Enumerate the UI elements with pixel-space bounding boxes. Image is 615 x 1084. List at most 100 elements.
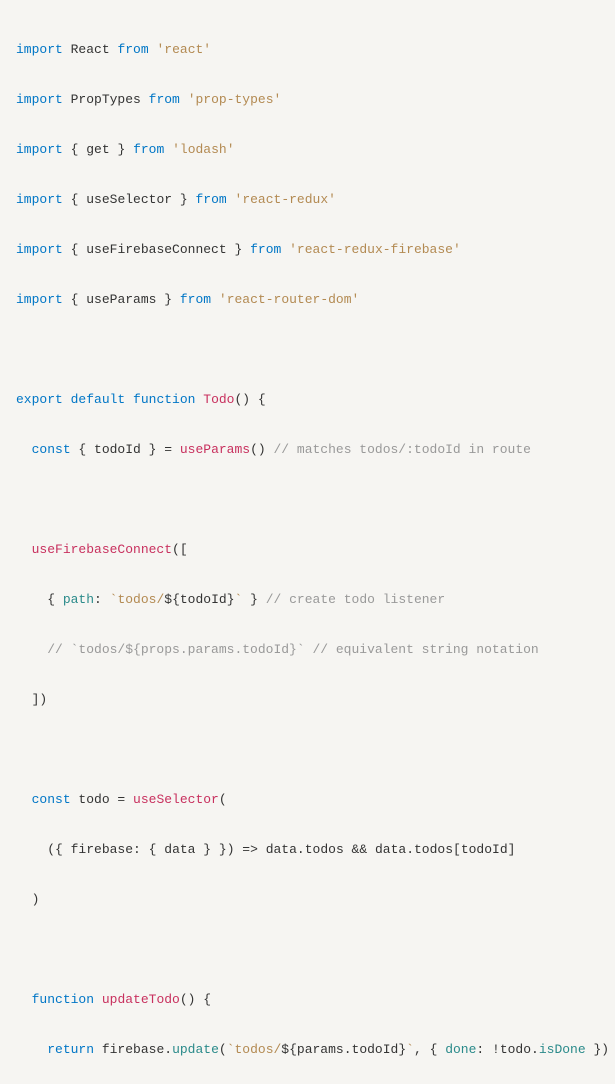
identifier: firebase <box>94 1042 164 1057</box>
punct: { <box>71 192 87 207</box>
punct: } <box>156 292 172 307</box>
keyword-from: from <box>195 192 226 207</box>
punct: { <box>71 242 87 257</box>
template-literal: `todos/ <box>110 592 165 607</box>
code-line: // `todos/${props.params.todoId}` // equ… <box>16 637 599 662</box>
method: update <box>172 1042 219 1057</box>
blank-line <box>16 487 599 512</box>
identifier: todo <box>500 1042 531 1057</box>
blank-line <box>16 937 599 962</box>
template-expr-close: } <box>227 592 235 607</box>
keyword-import: import <box>16 292 63 307</box>
punct: ([ <box>172 542 188 557</box>
template-literal: `todos/ <box>227 1042 282 1057</box>
identifier: React <box>71 42 110 57</box>
identifier: data <box>164 842 195 857</box>
code-line: return firebase.update(`todos/${params.t… <box>16 1037 599 1062</box>
identifier: todoId <box>94 442 141 457</box>
code-line: import { get } from 'lodash' <box>16 137 599 162</box>
template-literal: ` <box>406 1042 414 1057</box>
function-name: Todo <box>203 392 234 407</box>
keyword-default: default <box>71 392 126 407</box>
code-line: import { useParams } from 'react-router-… <box>16 287 599 312</box>
template-expr-open: ${ <box>281 1042 297 1057</box>
string-literal: 'react-redux-firebase' <box>289 242 461 257</box>
punct: { <box>71 292 87 307</box>
identifier: todos <box>414 842 453 857</box>
punct: ) <box>32 892 40 907</box>
keyword-function: function <box>32 992 94 1007</box>
identifier: todo = <box>71 792 133 807</box>
punct: [ <box>453 842 461 857</box>
punct: () <box>250 442 266 457</box>
comment: // matches todos/:todoId in route <box>266 442 531 457</box>
identifier: data <box>375 842 406 857</box>
punct: , { <box>414 1042 445 1057</box>
string-literal: 'react-router-dom' <box>219 292 359 307</box>
punct: . <box>297 842 305 857</box>
punct: . <box>406 842 414 857</box>
keyword-const: const <box>32 792 71 807</box>
code-line: function updateTodo() { <box>16 987 599 1012</box>
identifier: useParams <box>86 292 156 307</box>
code-line: const todo = useSelector( <box>16 787 599 812</box>
blank-line <box>16 737 599 762</box>
property: path <box>63 592 94 607</box>
string-literal: 'react' <box>156 42 211 57</box>
punct: } <box>110 142 126 157</box>
code-line: const { todoId } = useParams() // matche… <box>16 437 599 462</box>
punct: { <box>71 142 87 157</box>
function-call: useParams <box>180 442 250 457</box>
punct: () { <box>235 392 266 407</box>
identifier: todoId <box>352 1042 399 1057</box>
function-name: updateTodo <box>102 992 180 1007</box>
punct: } <box>242 592 258 607</box>
keyword-const: const <box>32 442 71 457</box>
identifier: get <box>86 142 109 157</box>
comment: // `todos/${props.params.todoId}` // equ… <box>47 642 538 657</box>
keyword-function: function <box>133 392 195 407</box>
punct: }) <box>586 1042 609 1057</box>
function-call: useSelector <box>133 792 219 807</box>
keyword-from: from <box>180 292 211 307</box>
keyword-from: from <box>117 42 148 57</box>
string-literal: 'lodash' <box>172 142 234 157</box>
code-line: import PropTypes from 'prop-types' <box>16 87 599 112</box>
punct: ] <box>508 842 516 857</box>
template-literal: ` <box>235 592 243 607</box>
property: isDone <box>539 1042 586 1057</box>
code-line: import { useSelector } from 'react-redux… <box>16 187 599 212</box>
keyword-import: import <box>16 92 63 107</box>
code-line: ]) <box>16 687 599 712</box>
punct: && <box>344 842 375 857</box>
punct: ( <box>219 792 227 807</box>
string-literal: 'prop-types' <box>188 92 282 107</box>
comment: // create todo listener <box>258 592 445 607</box>
code-block: import React from 'react' import PropTyp… <box>16 12 599 1084</box>
punct: } }) => <box>195 842 265 857</box>
keyword-from: from <box>149 92 180 107</box>
punct: . <box>531 1042 539 1057</box>
punct: } = <box>141 442 180 457</box>
punct: . <box>164 1042 172 1057</box>
identifier: params <box>297 1042 344 1057</box>
keyword-return: return <box>47 1042 94 1057</box>
identifier: todos <box>305 842 344 857</box>
identifier: useSelector <box>86 192 172 207</box>
code-line: { path: `todos/${todoId}` } // create to… <box>16 587 599 612</box>
code-line: import React from 'react' <box>16 37 599 62</box>
identifier: todoId <box>180 592 227 607</box>
keyword-import: import <box>16 42 63 57</box>
keyword-export: export <box>16 392 63 407</box>
string-literal: 'react-redux' <box>235 192 336 207</box>
punct: () { <box>180 992 211 1007</box>
punct: . <box>344 1042 352 1057</box>
punct: : <box>94 592 110 607</box>
property: done <box>445 1042 476 1057</box>
punct: { <box>71 442 94 457</box>
punct: : { <box>133 842 164 857</box>
keyword-import: import <box>16 192 63 207</box>
template-expr-open: ${ <box>164 592 180 607</box>
punct: ]) <box>32 692 48 707</box>
code-line: export default function Todo() { <box>16 387 599 412</box>
